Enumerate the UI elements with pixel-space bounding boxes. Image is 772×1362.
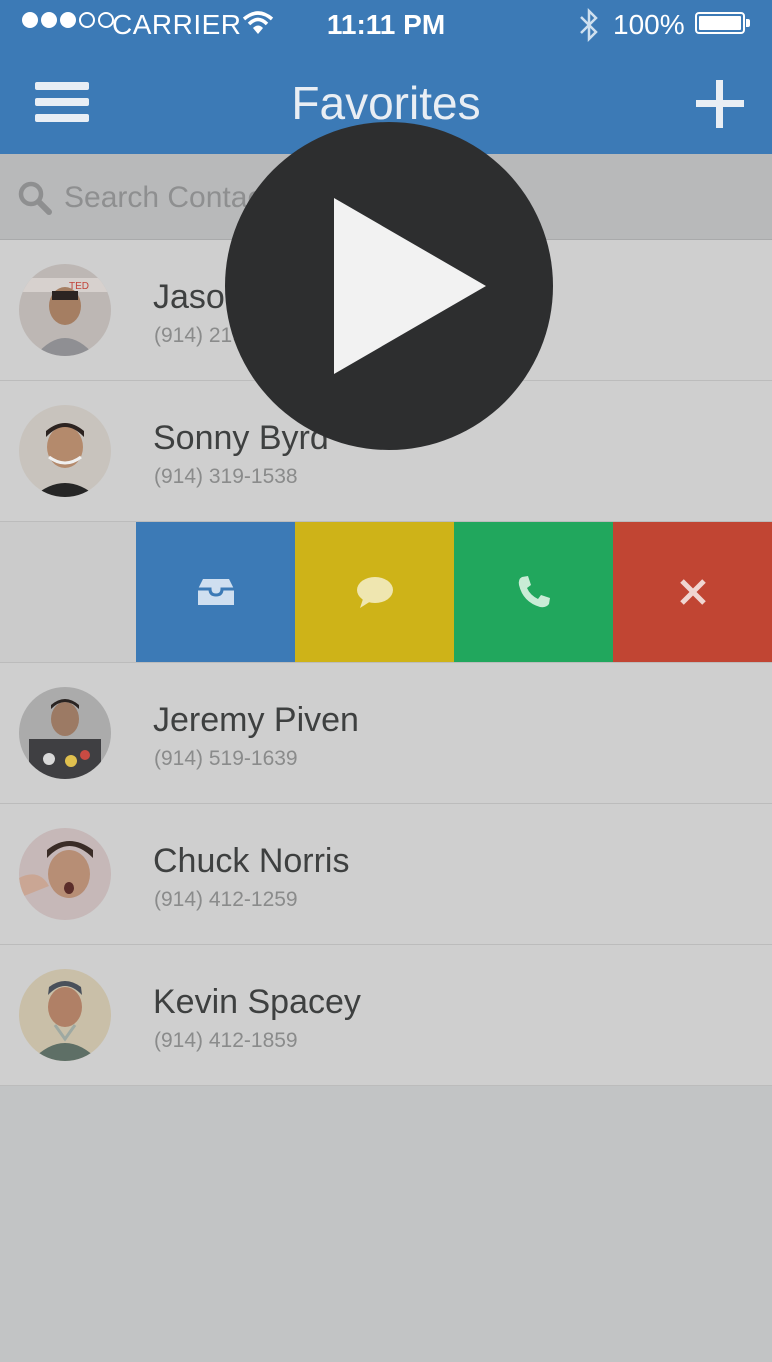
contact-row[interactable]: Jeremy Piven (914) 519-1639: [0, 663, 772, 804]
play-icon: [334, 198, 486, 374]
contact-phone: (914) 519-1639: [154, 747, 298, 770]
message-button[interactable]: [295, 522, 454, 662]
contact-phone: (914) 319-1538: [154, 465, 298, 488]
avatar: [19, 828, 111, 920]
search-icon: [18, 181, 52, 215]
phone-icon: [518, 576, 550, 608]
call-button[interactable]: [454, 522, 613, 662]
contact-row[interactable]: Chuck Norris (914) 412-1259: [0, 804, 772, 945]
contact-name: Chuck Norris: [153, 842, 350, 880]
status-bar: CARRIER 11:11 PM 100%: [0, 0, 772, 50]
avatar: [19, 969, 111, 1061]
avatar: TED: [19, 264, 111, 356]
battery-icon: [695, 12, 750, 34]
contact-phone: (914) 412-1259: [154, 888, 298, 911]
archive-icon: [197, 579, 234, 605]
bluetooth-icon: [580, 8, 598, 42]
avatar: [19, 405, 111, 497]
contact-phone: (914) 412-1859: [154, 1029, 298, 1052]
close-icon: [679, 579, 706, 605]
contact-row[interactable]: Kevin Spacey (914) 412-1859: [0, 945, 772, 1086]
message-icon: [356, 577, 393, 608]
delete-button[interactable]: [613, 522, 772, 662]
play-button[interactable]: [225, 122, 553, 450]
battery-percentage: 100%: [613, 9, 685, 40]
contact-name: Jeremy Piven: [153, 701, 359, 739]
archive-button[interactable]: [136, 522, 295, 662]
avatar: [19, 687, 111, 779]
add-contact-button[interactable]: [696, 80, 744, 128]
swipe-actions-row: [0, 522, 772, 663]
contact-name: Kevin Spacey: [153, 983, 361, 1021]
